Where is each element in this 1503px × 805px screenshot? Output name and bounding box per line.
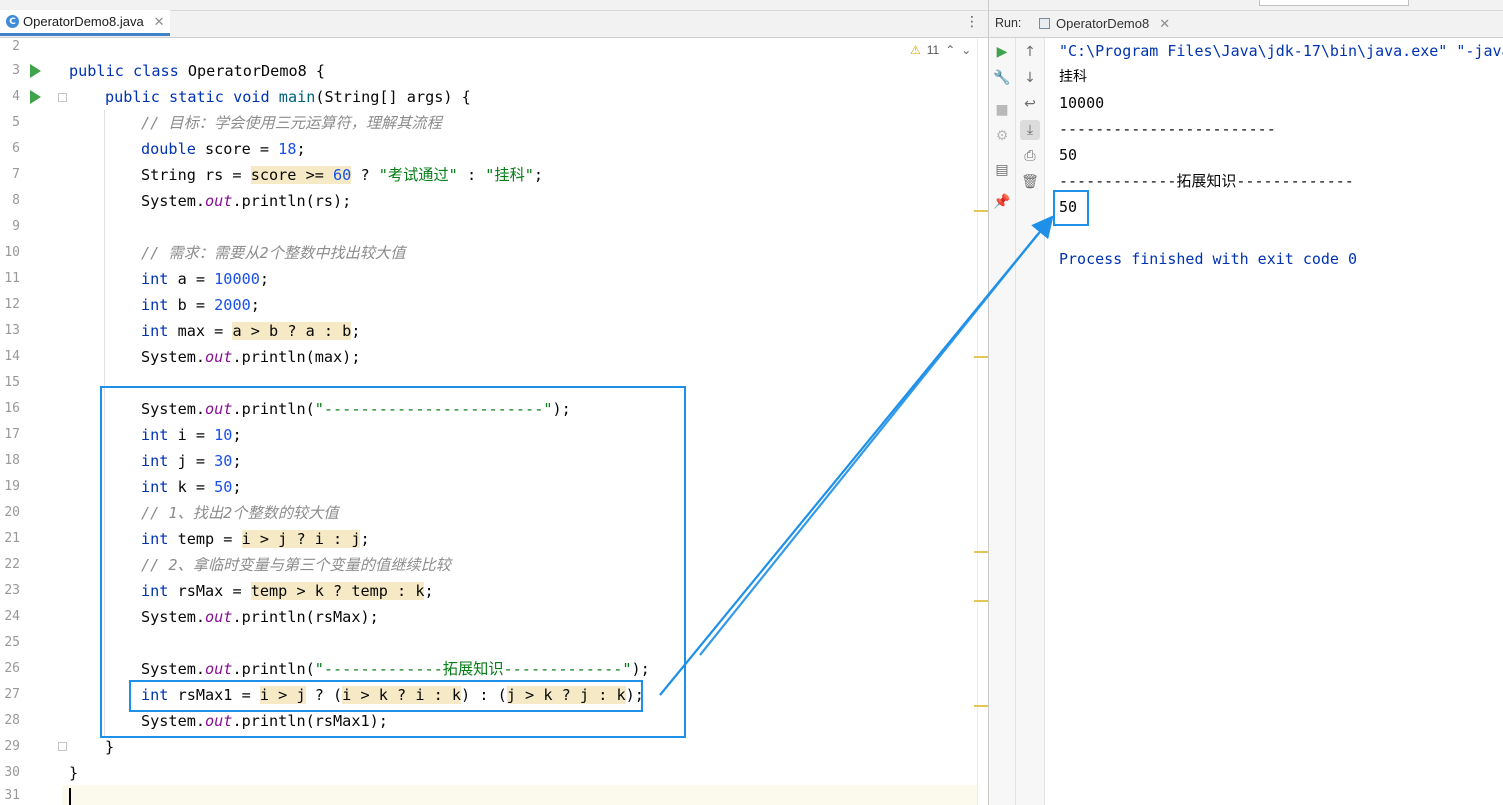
run-toolbar-left: ▶ 🔧 ■ ⚙ ▤ 📌 — [989, 38, 1016, 805]
console-line: ------------------------ — [1059, 120, 1276, 138]
code-line-4: public static void main(String[] args) { — [105, 88, 471, 106]
rerun-icon[interactable]: ▶ — [992, 42, 1012, 62]
console-line: -------------拓展知识------------- — [1059, 172, 1354, 190]
print-icon[interactable]: ⎙ — [1020, 146, 1040, 166]
java-class-icon: C — [6, 15, 19, 28]
line-number: 13 — [4, 323, 20, 338]
inspection-widget[interactable]: ⚠ 11 ⌃ ⌄ — [910, 43, 971, 57]
stop-icon[interactable]: ■ — [992, 100, 1012, 120]
fold-marker-icon[interactable] — [58, 742, 67, 751]
code-line-6: double score = 18; — [141, 140, 306, 158]
console-line: 挂科 — [1059, 69, 1087, 85]
line-number: 18 — [4, 453, 20, 468]
run-configuration-selector[interactable] — [1259, 0, 1409, 6]
previous-highlight-icon[interactable]: ⌃ — [945, 43, 955, 57]
line-number: 19 — [4, 479, 20, 494]
run-toolbar-right: ↑ ↓ ↩ ⤓ ⎙ 🗑 — [1016, 38, 1045, 805]
line-number: 30 — [4, 765, 20, 780]
wrench-icon[interactable]: 🔧 — [992, 68, 1012, 88]
run-label: Run: — [995, 16, 1022, 30]
current-line-highlight — [62, 785, 977, 805]
code-line-3: public class OperatorDemo8 { — [69, 62, 326, 80]
run-gutter-icon[interactable] — [30, 90, 41, 104]
error-stripe-mark[interactable] — [974, 600, 988, 602]
line-number: 20 — [4, 505, 20, 520]
code-line-7: String rs = score >= 60 ? "考试通过" : "挂科"; — [141, 166, 544, 184]
line-number: 21 — [4, 531, 20, 546]
close-tab-icon[interactable]: ✕ — [1159, 16, 1170, 32]
line-number: 26 — [4, 661, 20, 676]
code-line-11: int a = 10000; — [141, 270, 270, 288]
code-line-14: System.out.println(max); — [141, 348, 361, 366]
line-number: 6 — [12, 141, 20, 156]
tab-run-operatordemo8[interactable]: OperatorDemo8 ✕ — [1033, 10, 1173, 37]
layout-icon[interactable]: ▤ — [992, 160, 1012, 180]
error-stripe-mark[interactable] — [974, 356, 988, 358]
text-caret — [69, 788, 71, 805]
line-number: 25 — [4, 635, 20, 650]
next-highlight-icon[interactable]: ⌄ — [961, 43, 971, 57]
line-number: 9 — [12, 219, 20, 234]
scroll-to-end-icon[interactable]: ⤓ — [1020, 120, 1040, 140]
scroll-down-icon[interactable]: ↓ — [1020, 68, 1040, 88]
line-number: 27 — [4, 687, 20, 702]
code-line-5: // 目标：学会使用三元运算符，理解其流程 — [141, 114, 442, 132]
line-number: 28 — [4, 713, 20, 728]
close-tab-icon[interactable]: ✕ — [154, 14, 165, 30]
line-number: 23 — [4, 583, 20, 598]
highlight-box-output — [1053, 190, 1089, 226]
trash-icon[interactable]: 🗑 — [1020, 172, 1040, 192]
warning-icon: ⚠ — [910, 43, 921, 57]
editor-tab-bar: C OperatorDemo8.java ✕ ⋮ — [0, 0, 988, 38]
console-line: 50 — [1059, 146, 1078, 164]
line-number: 8 — [12, 193, 20, 208]
line-number: 22 — [4, 557, 20, 572]
line-number: 14 — [4, 349, 20, 364]
line-number: 17 — [4, 427, 20, 442]
line-number: 29 — [4, 739, 20, 754]
code-line-8: System.out.println(rs); — [141, 192, 352, 210]
line-number: 11 — [4, 271, 20, 286]
scroll-up-icon[interactable]: ↑ — [1020, 42, 1040, 62]
line-number: 2 — [12, 39, 20, 54]
console-line: 10000 — [1059, 94, 1105, 112]
console-command-line: "C:\Program Files\Java\jdk-17\bin\java.e… — [1059, 42, 1503, 60]
line-number: 12 — [4, 297, 20, 312]
line-number: 15 — [4, 375, 20, 390]
editor-scrollbar[interactable] — [977, 38, 988, 805]
soft-wrap-icon[interactable]: ↩ — [1020, 94, 1040, 114]
code-line-12: int b = 2000; — [141, 296, 260, 314]
tab-operatordemo8-java[interactable]: C OperatorDemo8.java ✕ — [0, 10, 170, 36]
pin-icon[interactable]: 📌 — [992, 192, 1012, 212]
highlight-box-ternary-line — [129, 680, 643, 712]
debug-settings-icon[interactable]: ⚙ — [992, 126, 1012, 146]
run-tab-label: OperatorDemo8 — [1056, 16, 1150, 31]
more-options-icon[interactable]: ⋮ — [965, 14, 979, 30]
console-exit-line: Process finished with exit code 0 — [1059, 250, 1358, 268]
code-line-10: // 需求：需要从2个整数中找出较大值 — [141, 244, 406, 262]
code-line-30: } — [69, 764, 79, 782]
warning-count: 11 — [926, 43, 940, 57]
fold-marker-icon[interactable] — [58, 93, 67, 102]
line-number: 5 — [12, 115, 20, 130]
tab-label: OperatorDemo8.java — [23, 14, 144, 29]
line-number: 3 — [12, 63, 20, 78]
application-icon — [1039, 18, 1050, 29]
line-number: 7 — [12, 167, 20, 182]
code-line-13: int max = a > b ? a : b; — [141, 322, 361, 340]
run-gutter-icon[interactable] — [30, 64, 41, 78]
line-number: 10 — [4, 245, 20, 260]
line-number: 31 — [4, 788, 20, 803]
error-stripe-mark[interactable] — [974, 551, 988, 553]
line-number: 4 — [12, 89, 20, 104]
error-stripe-mark[interactable] — [974, 210, 988, 212]
run-tab-bar: Run: OperatorDemo8 ✕ — [989, 0, 1503, 38]
error-stripe-mark[interactable] — [974, 705, 988, 707]
line-number: 24 — [4, 609, 20, 624]
line-number: 16 — [4, 401, 20, 416]
